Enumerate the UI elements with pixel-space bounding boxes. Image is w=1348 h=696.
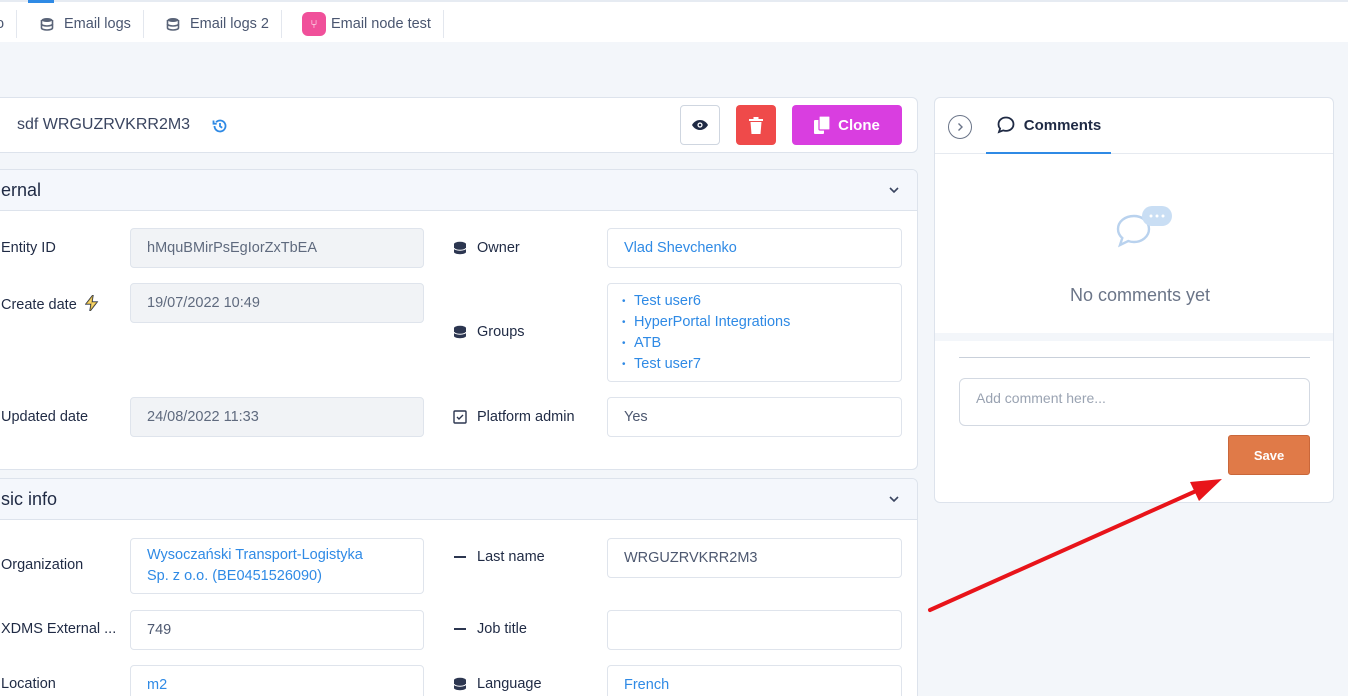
language-value[interactable]: French	[624, 677, 669, 693]
language-label: Language	[477, 676, 542, 692]
tab-truncated[interactable]: o	[0, 10, 18, 38]
group-item[interactable]: HyperPortal Integrations	[622, 312, 790, 333]
platform-admin-label: Platform admin	[477, 409, 575, 425]
clone-button-label: Clone	[838, 116, 880, 134]
database-icon	[453, 677, 467, 691]
group-item[interactable]: ATB	[622, 333, 790, 354]
language-field[interactable]: French	[607, 665, 902, 696]
internal-section: ernal Entity ID hMquBMirPsEgIorZxTbEA Cr…	[0, 169, 918, 470]
comments-panel: Comments No comments yet Add comment her…	[934, 97, 1334, 503]
organization-value-line1[interactable]: Wysoczański Transport-Logistyka	[147, 545, 363, 566]
record-title: sdf WRGUZRVKRR2M3	[17, 116, 191, 133]
location-value[interactable]: m2	[147, 677, 167, 693]
section-header[interactable]: ernal	[0, 170, 917, 211]
chevron-down-icon[interactable]	[887, 492, 901, 506]
comment-icon	[997, 116, 1015, 134]
active-tab-indicator	[28, 0, 54, 3]
chevron-right-icon	[958, 123, 963, 131]
organization-field[interactable]: Wysoczański Transport-Logistyka Sp. z o.…	[130, 538, 424, 594]
database-icon	[453, 241, 467, 255]
clone-button[interactable]: Clone	[792, 105, 902, 145]
last-name-value: WRGUZRVKRR2M3	[624, 550, 758, 566]
dash-icon	[454, 628, 466, 630]
location-label: Location	[1, 676, 56, 692]
tab-label: Email logs 2	[190, 16, 269, 32]
record-header: sdf WRGUZRVKRR2M3 Clone	[0, 97, 918, 153]
xdms-external-field[interactable]: 749	[130, 610, 424, 650]
groups-list: Test user6 HyperPortal Integrations ATB …	[622, 291, 790, 375]
last-name-field[interactable]: WRGUZRVKRR2M3	[607, 538, 902, 578]
group-item[interactable]: Test user7	[622, 354, 790, 375]
tab-email-logs-2[interactable]: Email logs 2	[166, 10, 282, 38]
tab-label: Email node test	[331, 16, 431, 32]
updated-date-label: Updated date	[1, 409, 89, 425]
organization-value-line2[interactable]: Sp. z o.o. (BE0451526090)	[147, 566, 322, 587]
copy-icon	[814, 116, 831, 134]
platform-admin-value: Yes	[624, 409, 648, 425]
tab-comments-label: Comments	[1023, 116, 1102, 134]
create-date-label-text: Create date	[1, 297, 77, 313]
database-icon	[166, 18, 180, 31]
tab-comments[interactable]: Comments	[986, 98, 1111, 154]
groups-label: Groups	[477, 324, 525, 340]
job-title-field[interactable]	[607, 610, 902, 650]
group-item[interactable]: Test user6	[622, 291, 790, 312]
tab-label: Email logs	[64, 16, 131, 32]
empty-comments-icon	[1116, 206, 1172, 248]
database-icon	[453, 325, 467, 339]
xdms-external-label: XDMS External ...	[1, 621, 117, 637]
organization-label: Organization	[1, 557, 84, 573]
checkbox-icon	[453, 410, 467, 424]
entity-id-field: hMquBMirPsEgIorZxTbEA	[130, 228, 424, 268]
section-title: ernal	[1, 180, 42, 200]
divider	[959, 357, 1310, 358]
create-date-label: Create date	[1, 292, 99, 314]
section-header[interactable]: sic info	[0, 479, 917, 520]
create-date-field: 19/07/2022 10:49	[130, 283, 424, 323]
divider-band	[935, 333, 1333, 341]
comments-empty-state: No comments yet	[935, 155, 1333, 333]
dash-icon	[454, 556, 466, 558]
xdms-external-value: 749	[147, 622, 172, 638]
tab-label: o	[0, 16, 5, 32]
tab-email-logs[interactable]: Email logs	[40, 10, 144, 38]
job-title-label: Job title	[477, 621, 527, 637]
comments-header: Comments	[935, 98, 1333, 154]
last-name-label: Last name	[477, 549, 545, 565]
basic-info-section: sic info Organization Wysoczański Transp…	[0, 478, 918, 696]
comment-input[interactable]: Add comment here...	[959, 378, 1310, 426]
platform-admin-field[interactable]: Yes	[607, 397, 902, 437]
no-comments-text: No comments yet	[1069, 285, 1211, 305]
expand-panel-button[interactable]	[948, 115, 972, 139]
entity-id-value: hMquBMirPsEgIorZxTbEA	[147, 240, 318, 256]
lightning-icon	[84, 292, 99, 314]
tab-email-node-test[interactable]: ⑂ Email node test	[302, 10, 444, 38]
database-icon	[40, 18, 54, 31]
preview-button[interactable]	[680, 105, 720, 145]
owner-value[interactable]: Vlad Shevchenko	[624, 240, 737, 256]
trash-icon	[749, 116, 763, 134]
entity-id-label: Entity ID	[1, 240, 56, 256]
chevron-down-icon[interactable]	[887, 183, 901, 197]
history-icon[interactable]	[211, 117, 229, 135]
tab-bar: o Email logs Email logs 2 ⑂ Email node t…	[0, 0, 1348, 42]
location-field[interactable]: m2	[130, 665, 424, 696]
delete-button[interactable]	[736, 105, 776, 145]
section-title: sic info	[1, 489, 58, 509]
save-comment-button[interactable]: Save	[1228, 435, 1310, 475]
eye-icon	[692, 120, 708, 130]
updated-date-field: 24/08/2022 11:33	[130, 397, 424, 437]
create-date-value: 19/07/2022 10:49	[147, 295, 260, 311]
workflow-icon: ⑂	[302, 12, 326, 36]
owner-field[interactable]: Vlad Shevchenko	[607, 228, 902, 268]
owner-label: Owner	[477, 240, 520, 256]
updated-date-value: 24/08/2022 11:33	[147, 409, 259, 425]
